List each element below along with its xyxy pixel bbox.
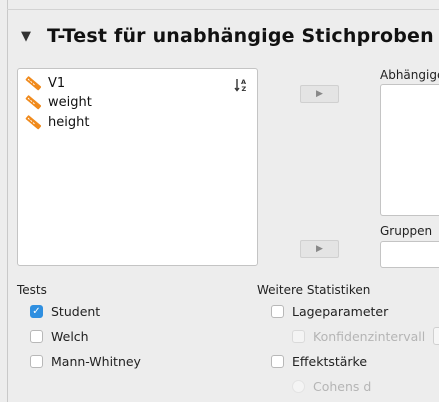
arrow-right-icon: ▶ [316,244,323,254]
effect-size-option[interactable]: Effektstärke [271,354,367,369]
welch-option[interactable]: Welch [30,329,89,344]
dependent-variable-box[interactable] [380,84,439,216]
tests-section-label: Tests [17,283,47,297]
mann-whitney-option[interactable]: Mann-Whitney [30,354,141,369]
confidence-interval-label: Konfidenzintervall [313,329,426,344]
group-field-label: Gruppen [380,224,433,238]
dependent-field-label: Abhängige [380,68,439,82]
variable-item-weight[interactable]: weight [25,93,92,111]
variable-list[interactable]: V1 weight height A Z [17,68,258,266]
additional-stats-label: Weitere Statistiken [257,283,371,297]
cohens-d-label: Cohens d [313,379,372,394]
panel-title: T-Test für unabhängige Stichproben [47,25,434,47]
sort-alpha-icon[interactable]: A Z [233,76,251,94]
panel-top-border [7,9,439,10]
variable-label: height [48,114,90,130]
effect-size-checkbox[interactable] [271,355,284,368]
confidence-interval-input [433,327,439,345]
location-parameter-option[interactable]: Lageparameter [271,304,388,319]
variable-item-v1[interactable]: V1 [25,74,65,92]
move-to-dependent-button[interactable]: ▶ [300,85,339,103]
group-variable-box[interactable] [380,241,439,268]
variable-label: weight [48,94,92,110]
triangle-down-icon[interactable]: ▼ [21,30,37,43]
student-option[interactable]: ✓ Student [30,304,100,319]
location-parameter-checkbox[interactable] [271,305,284,318]
welch-label: Welch [51,329,89,344]
variable-label: V1 [48,75,66,91]
mann-whitney-checkbox[interactable] [30,355,43,368]
confidence-interval-checkbox [292,330,305,343]
panel-header[interactable]: ▼ T-Test für unabhängige Stichproben [21,25,434,47]
panel-left-border [7,0,8,402]
location-parameter-label: Lageparameter [292,304,389,319]
variable-item-height[interactable]: height [25,113,89,131]
confidence-interval-option: Konfidenzintervall [292,329,425,344]
welch-checkbox[interactable] [30,330,43,343]
student-checkbox[interactable]: ✓ [30,305,43,318]
arrow-right-icon: ▶ [316,89,323,99]
scale-ruler-icon [25,76,41,91]
scale-ruler-icon [25,115,41,130]
svg-text:Z: Z [242,85,247,93]
scale-ruler-icon [25,95,41,110]
cohens-d-option: Cohens d [292,379,371,394]
mann-whitney-label: Mann-Whitney [51,354,141,369]
move-to-group-button[interactable]: ▶ [300,240,339,258]
student-label: Student [51,304,101,319]
cohens-d-radio [292,380,305,393]
effect-size-label: Effektstärke [292,354,368,369]
